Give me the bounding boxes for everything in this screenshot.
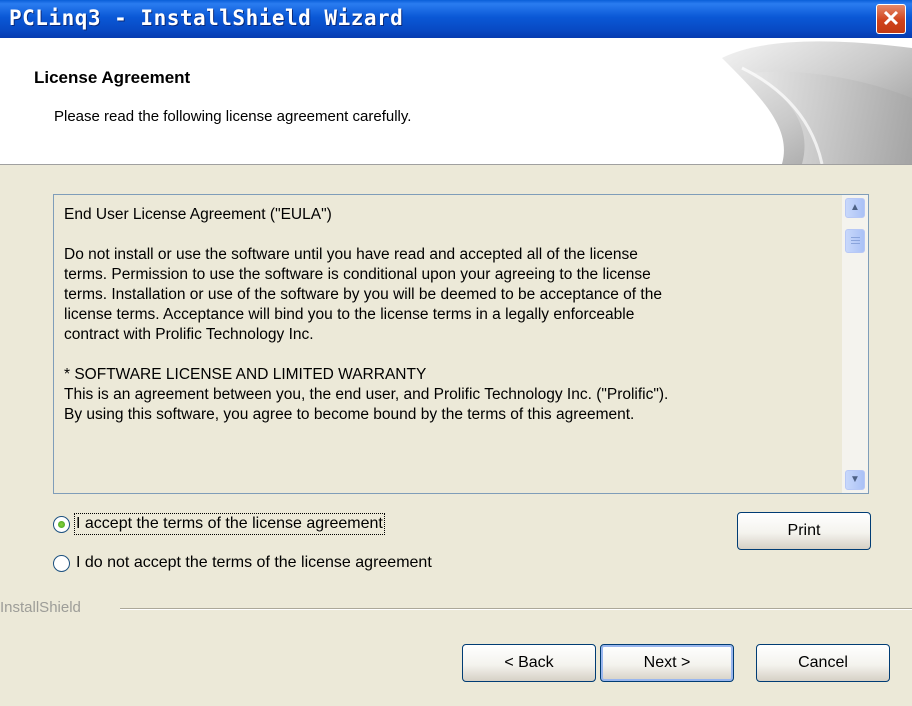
decline-option[interactable]: I do not accept the terms of the license… <box>53 551 432 575</box>
header-panel: License Agreement Please read the follow… <box>0 38 912 165</box>
window-title: PCLinq3 - InstallShield Wizard <box>9 6 404 30</box>
scroll-down-button[interactable]: ▼ <box>845 470 865 490</box>
next-button[interactable]: Next > <box>600 644 734 682</box>
decline-radio-label[interactable]: I do not accept the terms of the license… <box>76 554 432 572</box>
accept-radio[interactable] <box>53 515 70 533</box>
print-button[interactable]: Print <box>737 512 871 550</box>
license-line: terms. Permission to use the software is… <box>64 266 651 283</box>
license-line: * SOFTWARE LICENSE AND LIMITED WARRANTY <box>64 366 427 383</box>
license-line: license terms. Acceptance will bind you … <box>64 306 635 323</box>
accept-option[interactable]: I accept the terms of the license agreem… <box>53 512 385 536</box>
license-line: By using this software, you agree to bec… <box>64 406 635 423</box>
license-line: Do not install or use the software until… <box>64 246 638 263</box>
decline-radio[interactable] <box>53 554 70 572</box>
page-subtitle: Please read the following license agreem… <box>54 108 412 125</box>
installer-window: PCLinq3 - InstallShield Wizard ✕ License… <box>0 0 912 706</box>
license-line: terms. Installation or use of the softwa… <box>64 286 662 303</box>
license-text-box[interactable]: End User License Agreement ("EULA") Do n… <box>53 194 869 494</box>
license-line: This is an agreement between you, the en… <box>64 386 669 403</box>
scroll-thumb[interactable] <box>845 229 865 253</box>
header-graphic-icon <box>722 41 912 164</box>
back-button[interactable]: < Back <box>462 644 596 682</box>
close-button[interactable]: ✕ <box>876 4 906 34</box>
scroll-up-button[interactable]: ▲ <box>845 198 865 218</box>
accept-radio-label[interactable]: I accept the terms of the license agreem… <box>74 513 385 535</box>
installshield-label: InstallShield <box>0 599 81 616</box>
cancel-button[interactable]: Cancel <box>756 644 890 682</box>
vertical-scrollbar[interactable]: ▲ ▼ <box>842 195 868 493</box>
divider <box>120 608 912 610</box>
page-title: License Agreement <box>34 68 191 87</box>
title-bar[interactable]: PCLinq3 - InstallShield Wizard ✕ <box>0 0 912 38</box>
license-text: End User License Agreement ("EULA") Do n… <box>54 195 844 493</box>
license-line: contract with Prolific Technology Inc. <box>64 326 314 343</box>
license-line: End User License Agreement ("EULA") <box>64 206 332 223</box>
